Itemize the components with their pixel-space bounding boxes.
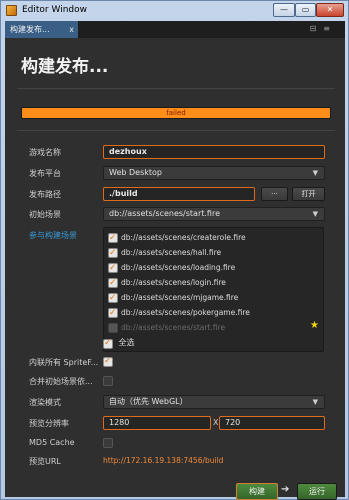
scene-checkbox[interactable] (108, 292, 118, 304)
inline-sprite-checkbox[interactable] (103, 356, 113, 367)
scene-checkbox[interactable] (108, 307, 118, 319)
browse-button[interactable]: ··· (261, 187, 288, 201)
tab-label: 构建发布... (10, 25, 50, 34)
render-mode-select[interactable]: 自动（优先 WebGL） ▼ (103, 395, 325, 409)
chevron-down-icon: ▼ (312, 210, 318, 218)
render-mode-value: 自动（优先 WebGL） (109, 397, 188, 406)
scene-path: db://assets/scenes/pokergame.fire (121, 308, 250, 317)
tab-bar: 构建发布... x ⊟≡ (5, 21, 345, 38)
tab-close-icon[interactable]: x (69, 21, 74, 38)
title-bar: Editor Window — ▭ ✕ (1, 1, 348, 21)
preview-url-link[interactable]: http://172.16.19.138:7456/build (103, 456, 223, 465)
divider (17, 130, 335, 131)
app-icon (6, 5, 17, 16)
build-button[interactable]: 构建 (236, 483, 278, 500)
arrow-right-icon: ➔ (281, 484, 290, 495)
scene-item-start: db://assets/scenes/start.fire (108, 322, 318, 335)
platform-value: Web Desktop (109, 168, 162, 177)
scene-checkbox (108, 323, 118, 333)
start-scene-value: db://assets/scenes/start.fire (109, 209, 220, 218)
page-title: 构建发布... (21, 57, 109, 77)
start-scene-select[interactable]: db://assets/scenes/start.fire ▼ (103, 207, 325, 221)
run-button[interactable]: 运行 (297, 483, 337, 500)
close-button[interactable]: ✕ (316, 3, 344, 17)
build-panel: 构建发布... failed 游戏名称 dezhoux 发布平台 Web Des… (5, 38, 345, 500)
build-progress-bar: failed (21, 107, 331, 119)
scene-list: db://assets/scenes/createrole.fire db://… (103, 227, 324, 352)
build-scenes-label: 参与构建场景 (29, 231, 77, 240)
scene-checkbox[interactable] (108, 247, 118, 259)
preview-width-input[interactable]: 1280 (103, 416, 211, 430)
maximize-button[interactable]: ▭ (295, 3, 316, 17)
client-area: 构建发布... x ⊟≡ 构建发布... failed 游戏名称 dezhoux… (5, 21, 345, 500)
open-folder-button[interactable]: 打开 (292, 187, 325, 201)
scene-checkbox[interactable] (108, 277, 118, 289)
inline-sprite-label: 内联所有 SpriteF... (29, 358, 99, 367)
scene-path: db://assets/scenes/loading.fire (121, 263, 236, 272)
platform-label: 发布平台 (29, 169, 61, 178)
select-all-toggle[interactable]: 全选 (103, 337, 135, 349)
md5-cache-label: MD5 Cache (29, 438, 75, 447)
window-title: Editor Window (22, 5, 87, 15)
scene-checkbox[interactable] (108, 262, 118, 274)
inline-sprite-toggle[interactable] (103, 356, 113, 367)
merge-scene-checkbox[interactable] (103, 376, 113, 386)
merge-scene-label: 合并初始场景依... (29, 377, 93, 386)
select-all-checkbox[interactable] (103, 338, 113, 349)
preview-url-label: 预览URL (29, 457, 61, 466)
editor-window: Editor Window — ▭ ✕ 构建发布... x ⊟≡ 构建发布...… (0, 0, 349, 500)
build-path-label: 发布路径 (29, 190, 61, 199)
preview-resolution-label: 预览分辨率 (29, 419, 69, 428)
platform-select[interactable]: Web Desktop ▼ (103, 166, 325, 180)
tab-build-publish[interactable]: 构建发布... x (5, 21, 78, 38)
start-scene-label: 初始场景 (29, 210, 61, 219)
md5-cache-checkbox[interactable] (103, 438, 113, 448)
divider (17, 88, 335, 89)
scene-path: db://assets/scenes/createrole.fire (121, 233, 246, 242)
scene-path: db://assets/scenes/start.fire (121, 323, 226, 332)
game-name-label: 游戏名称 (29, 148, 61, 157)
scene-path: db://assets/scenes/mjgame.fire (121, 293, 239, 302)
scene-path: db://assets/scenes/login.fire (121, 278, 226, 287)
preview-height-input[interactable]: 720 (219, 416, 325, 430)
resolution-separator: X (213, 418, 219, 427)
tab-tools-icon[interactable]: ⊟≡ (310, 24, 337, 33)
render-mode-label: 渲染模式 (29, 398, 61, 407)
md5-cache-toggle[interactable] (103, 437, 113, 448)
merge-scene-toggle[interactable] (103, 375, 113, 386)
minimize-button[interactable]: — (273, 3, 295, 17)
select-all-label: 全选 (118, 338, 135, 347)
chevron-down-icon: ▼ (312, 398, 318, 406)
scene-path: db://assets/scenes/hall.fire (121, 248, 222, 257)
scene-checkbox[interactable] (108, 232, 118, 244)
chevron-down-icon: ▼ (312, 169, 318, 177)
star-icon: ★ (310, 320, 319, 331)
build-path-input[interactable]: ./build (103, 187, 255, 201)
game-name-input[interactable]: dezhoux (103, 145, 325, 159)
